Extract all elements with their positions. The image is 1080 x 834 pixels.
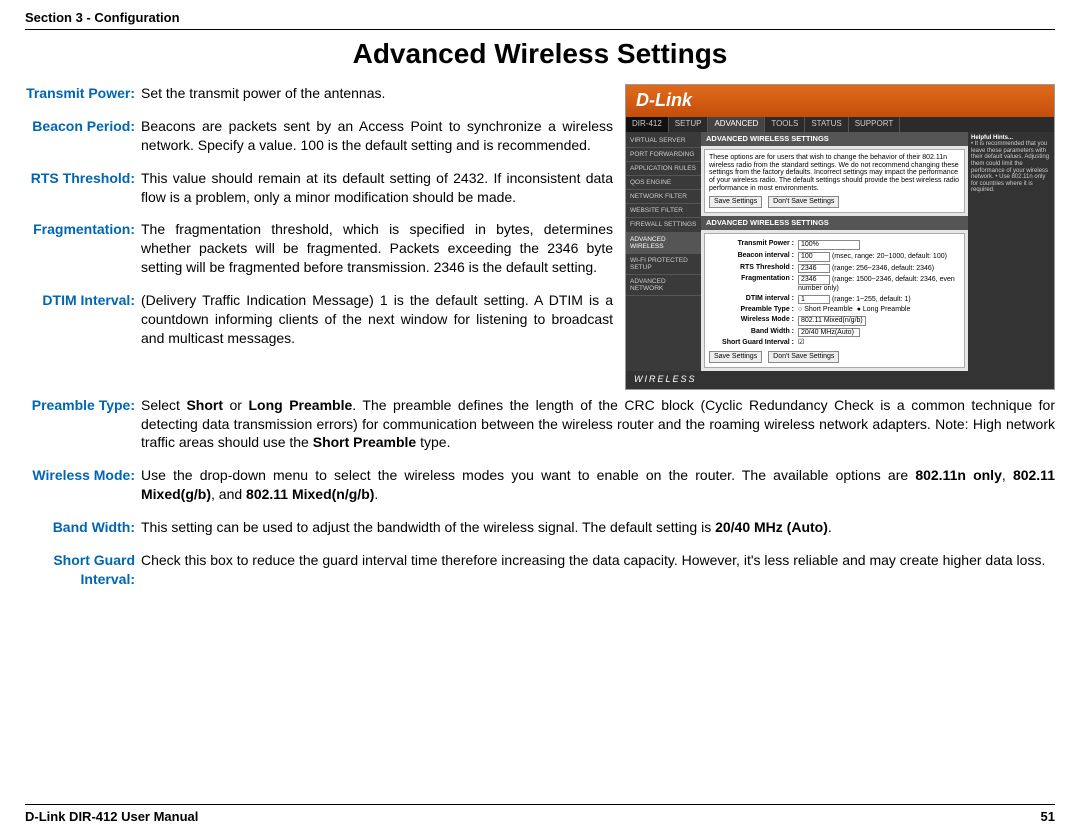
page-title: Advanced Wireless Settings bbox=[25, 38, 1055, 70]
f-dt-v: 1 bbox=[798, 295, 830, 305]
side-item: NETWORK FILTER bbox=[626, 190, 701, 204]
f-sg-l: Short Guard Interval : bbox=[709, 339, 798, 347]
side-item: VIRTUAL SERVER bbox=[626, 134, 701, 148]
side-item: WI-FI PROTECTED SETUP bbox=[626, 254, 701, 275]
desc-wireless-mode: Use the drop-down menu to select the wir… bbox=[141, 466, 1055, 504]
nav-support: SUPPORT bbox=[849, 117, 901, 132]
f-bw-v: 20/40 MHz(Auto) bbox=[798, 328, 860, 338]
label-dtim-interval: DTIM Interval: bbox=[25, 291, 141, 348]
desc-dtim-interval: (Delivery Traffic Indication Message) 1 … bbox=[141, 291, 613, 348]
footer-page: 51 bbox=[1041, 809, 1055, 824]
desc-transmit-power: Set the transmit power of the antennas. bbox=[141, 84, 613, 103]
nav-advanced: ADVANCED bbox=[708, 117, 765, 132]
f-bi-h: (msec, range: 20~1000, default: 100) bbox=[832, 253, 947, 260]
label-fragmentation: Fragmentation: bbox=[25, 220, 141, 277]
shot-save-btn: Save Settings bbox=[709, 196, 762, 208]
hints-body: • It is recommended that you leave these… bbox=[971, 141, 1051, 194]
label-band-width: Band Width: bbox=[25, 518, 141, 537]
f-rts-h: (range: 256~2346, default: 2346) bbox=[832, 265, 934, 272]
footer-manual: D-Link DIR-412 User Manual bbox=[25, 809, 198, 824]
side-item-selected: ADVANCED WIRELESS bbox=[626, 233, 701, 254]
shot-navbar: DIR-412 SETUP ADVANCED TOOLS STATUS SUPP… bbox=[626, 117, 1054, 132]
section-header: Section 3 - Configuration bbox=[25, 10, 1055, 25]
router-screenshot: D-Link DIR-412 SETUP ADVANCED TOOLS STAT… bbox=[625, 84, 1055, 390]
desc-fragmentation: The fragmentation threshold, which is sp… bbox=[141, 220, 613, 277]
nav-tools: TOOLS bbox=[765, 117, 805, 132]
shot-bar1: ADVANCED WIRELESS SETTINGS bbox=[701, 132, 968, 146]
side-item: QOS ENGINE bbox=[626, 176, 701, 190]
side-item: WEBSITE FILTER bbox=[626, 204, 701, 218]
side-item: ADVANCED NETWORK bbox=[626, 275, 701, 296]
shot-dont-save-btn: Don't Save Settings bbox=[768, 196, 839, 208]
side-item: PORT FORWARDING bbox=[626, 148, 701, 162]
f-bi-l: Beacon interval : bbox=[709, 252, 798, 262]
nav-setup: SETUP bbox=[669, 117, 709, 132]
f-rts-l: RTS Threshold : bbox=[709, 264, 798, 274]
f-dt-h: (range: 1~255, default: 1) bbox=[832, 296, 911, 303]
f-pt-s: Short Preamble bbox=[804, 306, 853, 313]
side-item: FIREWALL SETTINGS bbox=[626, 218, 701, 232]
desc-beacon-period: Beacons are packets sent by an Access Po… bbox=[141, 117, 613, 155]
device-id: DIR-412 bbox=[626, 117, 669, 132]
shot-sidebar: VIRTUAL SERVER PORT FORWARDING APPLICATI… bbox=[626, 132, 701, 371]
shot-footer: WIRELESS bbox=[626, 371, 1054, 389]
f-bi-v: 100 bbox=[798, 252, 830, 262]
f-tp-v: 100% bbox=[798, 240, 860, 250]
f-tp-l: Transmit Power : bbox=[709, 240, 798, 250]
bottom-rule bbox=[25, 804, 1055, 805]
desc-band-width: This setting can be used to adjust the b… bbox=[141, 518, 1055, 537]
f-fr-v: 2346 bbox=[798, 275, 830, 285]
f-pt-l: Preamble Type : bbox=[709, 306, 798, 314]
label-wireless-mode: Wireless Mode: bbox=[25, 466, 141, 504]
label-preamble-type: Preamble Type: bbox=[25, 396, 141, 453]
f-bw-l: Band Width : bbox=[709, 328, 798, 338]
f-dt-l: DTIM interval : bbox=[709, 295, 798, 305]
label-rts-threshold: RTS Threshold: bbox=[25, 169, 141, 207]
f-wm-v: 802.11 Mixed(n/g/b) bbox=[798, 316, 866, 326]
desc-short-guard: Check this box to reduce the guard inter… bbox=[141, 551, 1055, 589]
shot-save-btn2: Save Settings bbox=[709, 351, 762, 363]
f-fr-l: Fragmentation : bbox=[709, 275, 798, 292]
shot-dont-save-btn2: Don't Save Settings bbox=[768, 351, 839, 363]
label-beacon-period: Beacon Period: bbox=[25, 117, 141, 155]
side-item: APPLICATION RULES bbox=[626, 162, 701, 176]
desc-preamble-type: Select Short or Long Preamble. The pream… bbox=[141, 396, 1055, 453]
f-rts-v: 2346 bbox=[798, 264, 830, 274]
f-wm-l: Wireless Mode : bbox=[709, 316, 798, 326]
nav-status: STATUS bbox=[805, 117, 848, 132]
shot-intro: These options are for users that wish to… bbox=[709, 154, 960, 192]
shot-bar2: ADVANCED WIRELESS SETTINGS bbox=[701, 216, 968, 230]
label-short-guard: Short GuardInterval: bbox=[25, 551, 141, 589]
desc-rts-threshold: This value should remain at its default … bbox=[141, 169, 613, 207]
top-rule bbox=[25, 29, 1055, 30]
brand-banner: D-Link bbox=[626, 85, 1054, 117]
f-pt-lp: Long Preamble bbox=[863, 306, 910, 313]
hints-title: Helpful Hints... bbox=[971, 135, 1051, 142]
label-transmit-power: Transmit Power: bbox=[25, 84, 141, 103]
